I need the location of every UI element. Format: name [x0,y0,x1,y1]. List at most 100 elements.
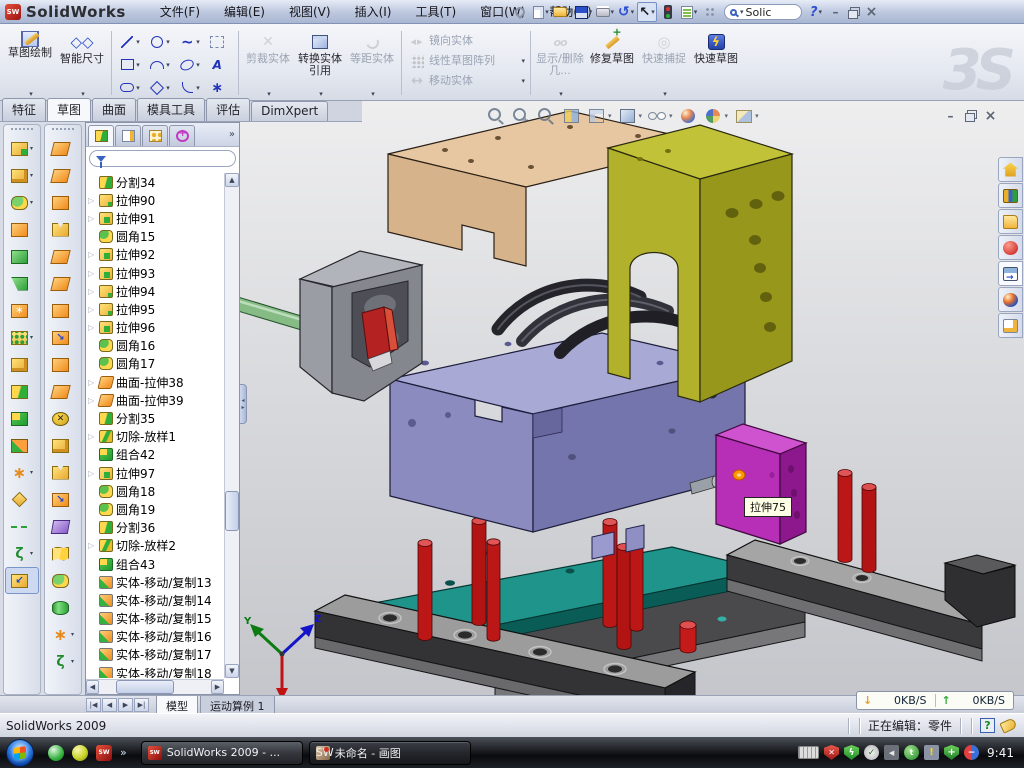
expand-arrow-icon[interactable] [88,378,96,387]
tool-button[interactable] [5,378,39,405]
expand-arrow-icon[interactable] [88,214,96,223]
expand-arrow-icon[interactable] [88,287,96,296]
tree-item[interactable]: 拉伸97 [88,464,223,482]
orientation-triad[interactable]: Y Z X [243,614,321,695]
ribbon-button[interactable]: 修复草图 [586,26,638,100]
tree-filter-input[interactable] [89,150,236,167]
tree-item[interactable]: 切除-放样2 [88,537,223,555]
tool-button[interactable] [46,486,80,513]
tool-button[interactable] [5,297,39,324]
network-speed-widget[interactable]: 0KB/S 0KB/S [856,691,1014,710]
next-tab-icon[interactable]: ▶ [118,698,133,712]
solidworks-shortcut-icon[interactable]: SW [96,745,112,761]
tree-item[interactable]: 分割36 [88,519,223,537]
tab-dimxpertmanager[interactable] [169,125,195,146]
tool-button[interactable] [46,594,80,621]
panel-splitter-handle[interactable]: ◂▸ [240,384,247,424]
edit-appearance-icon[interactable] [678,106,698,126]
ribbon-button[interactable]: 智能尺寸 [56,26,108,100]
undo-icon[interactable] [616,2,636,22]
menu-item[interactable]: 视图(V) [277,0,343,23]
ribbon-button[interactable]: 剪裁实体 [242,26,294,100]
sketch-entity-button[interactable] [145,76,175,99]
section-view-icon[interactable] [561,106,581,126]
ribbon-button[interactable]: 显示/删除几... [534,26,586,100]
tool-button[interactable] [46,351,80,378]
tab-featuremanager-tree[interactable] [88,125,114,146]
help-icon[interactable] [806,2,826,22]
tab-propertymanager[interactable] [115,125,141,146]
certificate-check-icon[interactable] [864,745,879,760]
volume-icon[interactable] [884,745,899,760]
tree-item[interactable]: 拉伸96 [88,319,223,337]
tab-custom-properties[interactable] [998,313,1023,338]
tree-item[interactable]: 圆角15 [88,228,223,246]
tree-item[interactable]: 实体-移动/复制18 [88,664,223,678]
sketch-entity-button[interactable] [175,30,205,53]
tool-button[interactable] [5,135,39,162]
tool-button[interactable] [5,459,39,486]
tool-button[interactable] [5,162,39,189]
tab-solidworks-resources[interactable] [998,157,1023,182]
panel-overflow-chevron-icon[interactable] [229,129,235,140]
command-tab[interactable]: 模具工具 [137,98,205,121]
defense-shield-icon[interactable] [944,745,959,760]
tool-button[interactable] [46,189,80,216]
tool-button[interactable] [46,621,80,648]
sketch-entity-button[interactable] [175,76,205,99]
tree-item[interactable]: 拉伸93 [88,264,223,282]
tree-item[interactable]: 实体-移动/复制17 [88,646,223,664]
sketch-entity-button[interactable] [175,53,205,76]
tool-button[interactable] [5,351,39,378]
tool-button[interactable] [5,432,39,459]
scroll-left-icon[interactable]: ◀ [86,680,99,694]
ribbon-button[interactable]: 等距实体 [346,26,398,100]
messenger-ball-icon[interactable] [72,745,88,761]
tree-item[interactable]: 曲面-拉伸39 [88,391,223,409]
tool-button[interactable] [46,324,80,351]
tool-button[interactable] [46,405,80,432]
pen-input-icon[interactable] [700,2,720,22]
antivirus-shield-icon[interactable] [844,745,859,760]
expand-arrow-icon[interactable] [88,323,96,332]
sketch-entity-button[interactable] [145,53,175,76]
tool-button[interactable] [5,189,39,216]
tool-button[interactable] [46,270,80,297]
new-document-icon[interactable] [531,2,551,22]
app-minimize-button[interactable] [827,5,844,20]
previous-view-icon[interactable] [536,106,556,126]
scrollbar-thumb[interactable] [116,680,174,694]
tool-button[interactable] [46,567,80,594]
tree-item[interactable]: 组合42 [88,446,223,464]
tag-icon[interactable] [999,717,1017,733]
tree-item[interactable]: 实体-移动/复制14 [88,591,223,609]
tool-button[interactable] [46,432,80,459]
expand-arrow-icon[interactable] [88,541,96,550]
tab-appearances-scenes[interactable] [998,287,1023,312]
save-icon[interactable] [574,2,594,22]
sketch-entity-button[interactable] [145,30,175,53]
tool-button[interactable] [46,216,80,243]
prev-tab-icon[interactable]: ◀ [102,698,117,712]
view-orientation-icon[interactable] [586,106,606,126]
tree-item[interactable]: 曲面-拉伸38 [88,373,223,391]
expand-arrow-icon[interactable] [88,250,96,259]
expand-arrow-icon[interactable] [88,396,96,405]
tool-button[interactable] [46,297,80,324]
command-tab[interactable]: 草图 [47,98,91,121]
scrollbar-thumb[interactable] [225,491,239,531]
command-tab[interactable]: 评估 [206,98,250,121]
apply-scene-icon[interactable] [703,106,723,126]
tool-button[interactable] [46,378,80,405]
expand-arrow-icon[interactable] [88,269,96,278]
command-tab[interactable]: 曲面 [92,98,136,121]
tree-item[interactable]: 圆角16 [88,337,223,355]
sketch-entity-button[interactable] [205,76,235,99]
sketch-entity-button[interactable] [115,30,145,53]
tool-button[interactable] [46,459,80,486]
tool-button[interactable] [5,540,39,567]
ribbon-button[interactable]: 快速草图 [690,26,742,100]
menu-item[interactable]: 文件(F) [148,0,212,23]
security-alert-icon[interactable] [824,745,839,760]
ribbon-button[interactable]: 快速捕捉 [638,26,690,100]
